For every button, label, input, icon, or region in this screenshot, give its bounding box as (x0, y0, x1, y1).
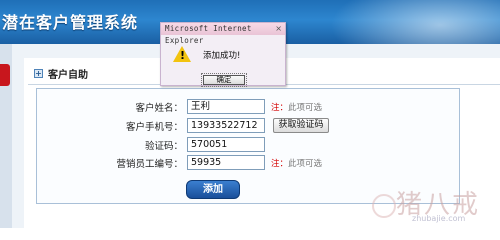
note-required-mark: 注： (271, 103, 289, 113)
note-text: 此项可选 (288, 103, 323, 113)
watermark-logo (372, 194, 396, 218)
plus-box-icon: + (34, 68, 43, 78)
close-icon[interactable]: × (275, 23, 282, 35)
sidebar-active-marker[interactable] (0, 64, 10, 86)
get-code-button[interactable]: 获取验证码 (273, 118, 329, 133)
code-input[interactable]: 570051 (187, 137, 265, 152)
section-title: 客户自助 (48, 69, 88, 81)
name-input[interactable]: 王利 (187, 99, 265, 114)
section-header: + 客户自助 (34, 66, 88, 81)
employee-id-note: 注：此项可选 (271, 157, 322, 169)
employee-id-input[interactable]: 59935 (187, 155, 265, 170)
name-label: 客户姓名： (135, 103, 183, 114)
ok-button[interactable]: 确定 (203, 75, 245, 85)
dialog-title: Microsoft Internet Explorer (161, 23, 285, 45)
watermark: 猪八戒 zhubajie.com (370, 184, 498, 226)
note-required-mark: 注： (271, 159, 289, 169)
name-note: 注：此项可选 (271, 101, 322, 113)
phone-label: 客户手机号： (125, 122, 183, 133)
phone-input[interactable]: 13933522712 (187, 118, 265, 133)
alert-dialog: Microsoft Internet Explorer × ! 添加成功! 确定 (160, 22, 286, 87)
add-button[interactable]: 添加 (186, 180, 240, 199)
employee-id-label: 营销员工编号： (116, 159, 183, 170)
dialog-message: 添加成功! (203, 51, 241, 61)
code-label: 验证码： (144, 141, 183, 152)
note-text: 此项可选 (288, 159, 323, 169)
warning-icon-mark: ! (180, 49, 186, 62)
banner-glow (330, 0, 500, 44)
screen: 潜在客户管理系统 + 客户自助 客户姓名： 王利 注：此项可选 客户手机号： 1… (0, 0, 500, 228)
watermark-url: zhubajie.com (412, 214, 466, 223)
app-title: 潜在客户管理系统 (2, 13, 139, 32)
